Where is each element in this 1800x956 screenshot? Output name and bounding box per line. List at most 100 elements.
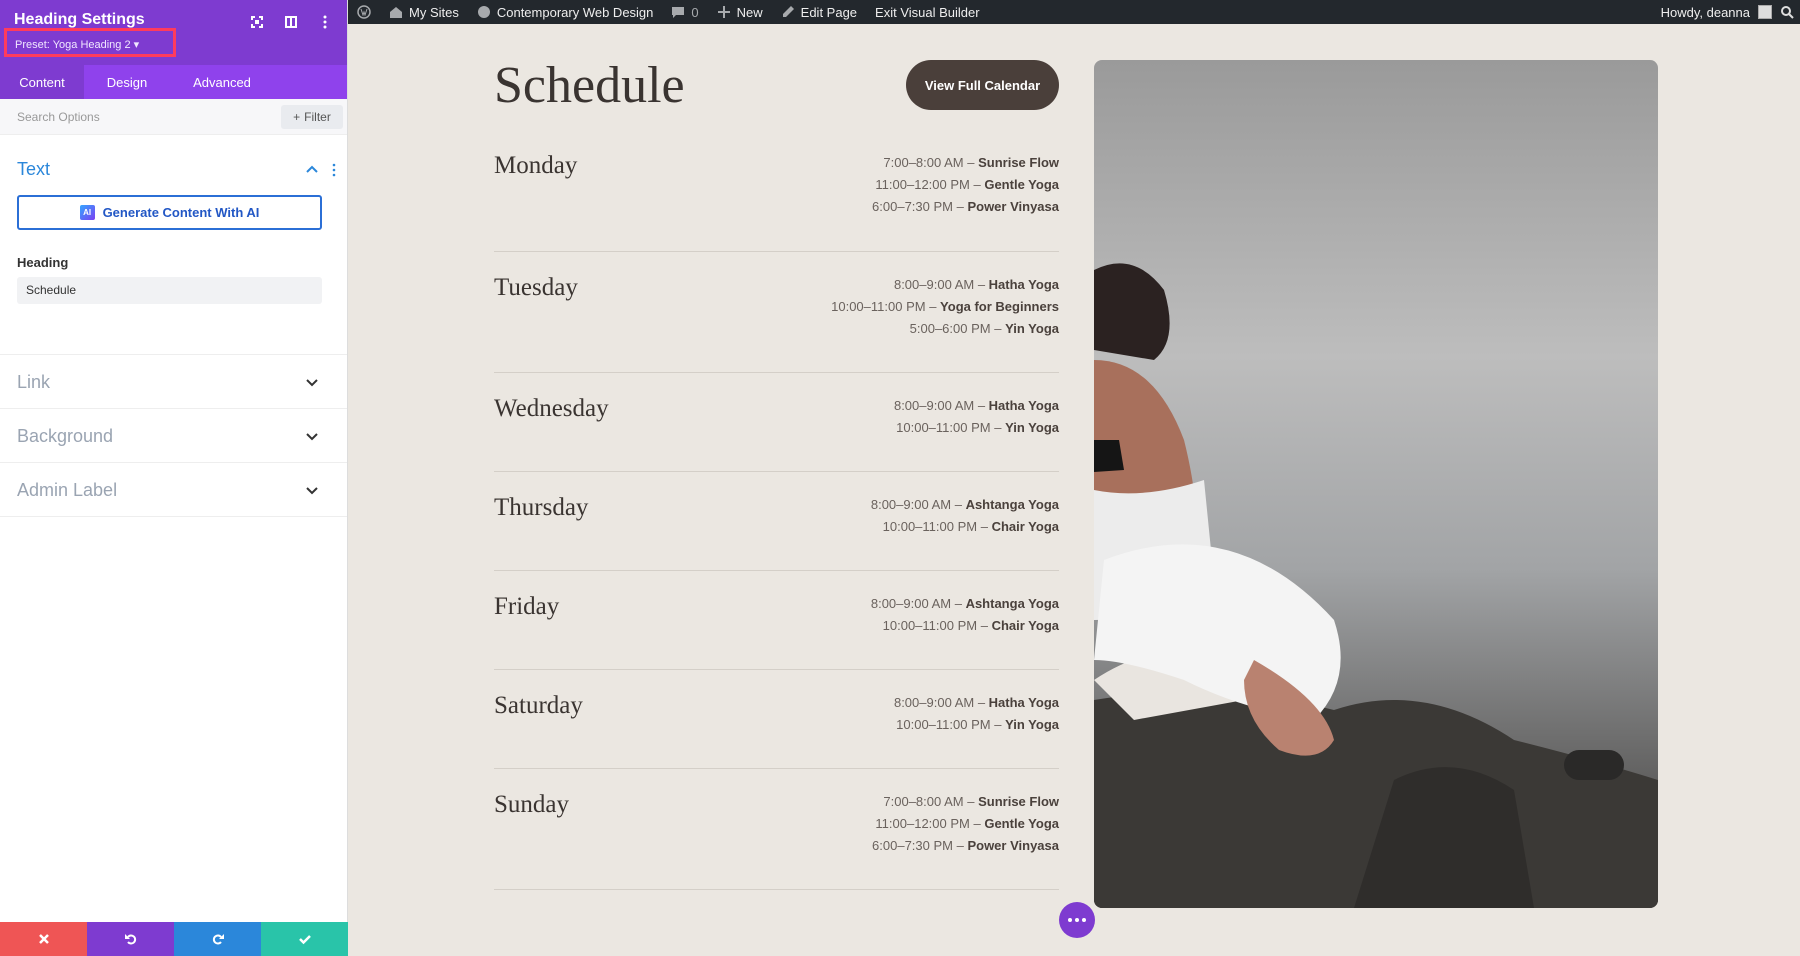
- class-separator: –: [990, 420, 1006, 435]
- comments-count: 0: [691, 4, 699, 20]
- howdy-user[interactable]: Howdy, deanna: [1661, 5, 1750, 20]
- class-time: 10:00–11:00 PM: [896, 717, 991, 732]
- class-time: 8:00–9:00 AM: [893, 277, 975, 292]
- class-separator: –: [952, 838, 968, 853]
- search-options[interactable]: Search Options + Filter: [0, 99, 347, 135]
- more-options-button[interactable]: [1059, 902, 1095, 938]
- class-time: 8:00–9:00 AM: [893, 695, 975, 710]
- dot-icon: [1068, 918, 1072, 922]
- class-entry: 6:00–7:30 PM – Power Vinyasa: [872, 196, 1059, 218]
- new-label: New: [736, 4, 763, 20]
- class-list: 8:00–9:00 AM – Hatha Yoga 10:00–11:00 PM …: [894, 692, 1059, 736]
- undo-button[interactable]: [87, 922, 174, 956]
- search-options-input[interactable]: Search Options: [17, 110, 100, 124]
- section-title-text[interactable]: Text: [17, 159, 50, 180]
- class-separator: –: [952, 199, 968, 214]
- class-time: 10:00–11:00 PM: [896, 420, 991, 435]
- schedule-day-row: Saturday 8:00–9:00 AM – Hatha Yoga 10:00–1…: [494, 670, 1059, 769]
- day-name: Friday: [494, 593, 560, 620]
- preset-selector[interactable]: Preset: Yoga Heading 2 ▾: [4, 28, 176, 57]
- class-entry: 8:00–9:00 AM – Hatha Yoga: [831, 274, 1059, 296]
- class-list: 8:00–9:00 AM – Ashtanga Yoga 10:00–11:00 …: [871, 593, 1059, 637]
- class-separator: –: [974, 398, 989, 413]
- tab-design[interactable]: Design: [84, 65, 170, 99]
- class-time: 11:00–12:00 PM: [875, 816, 970, 831]
- panel-header: Heading Settings Preset: Yoga Heading 2 …: [0, 0, 347, 65]
- heading-field[interactable]: Schedule: [17, 277, 322, 304]
- tab-content[interactable]: Content: [0, 65, 84, 99]
- class-name: Hatha Yoga: [988, 277, 1059, 292]
- class-separator: –: [969, 816, 985, 831]
- ai-icon: AI: [79, 205, 95, 220]
- discard-button[interactable]: [0, 922, 87, 956]
- plus-icon: +: [293, 110, 301, 124]
- class-name: Yoga for Beginners: [940, 299, 1059, 314]
- class-separator: –: [974, 695, 989, 710]
- save-button[interactable]: [261, 922, 348, 956]
- class-entry: 7:00–8:00 AM – Sunrise Flow: [872, 791, 1059, 813]
- class-entry: 7:00–8:00 AM – Sunrise Flow: [872, 152, 1059, 174]
- day-name: Sunday: [494, 791, 569, 818]
- class-list: 8:00–9:00 AM – Ashtanga Yoga 10:00–11:00 …: [871, 494, 1059, 538]
- chevron-down-icon[interactable]: [305, 375, 319, 389]
- schedule-day-row: Tuesday 8:00–9:00 AM – Hatha Yoga 10:00–11…: [494, 252, 1059, 373]
- comments-link[interactable]: 0: [662, 0, 707, 24]
- class-time: 8:00–9:00 AM: [870, 596, 952, 611]
- schedule-day-row: Monday 7:00–8:00 AM – Sunrise Flow 11:00–1…: [494, 130, 1059, 252]
- background-section[interactable]: Background: [0, 409, 347, 463]
- tab-advanced[interactable]: Advanced: [170, 65, 274, 99]
- class-entry: 5:00–6:00 PM – Yin Yoga: [831, 318, 1059, 340]
- site-name-link[interactable]: Contemporary Web Design: [468, 0, 663, 24]
- wordpress-logo[interactable]: [348, 0, 380, 24]
- chevron-up-icon[interactable]: [305, 163, 319, 177]
- view-full-calendar-button[interactable]: View Full Calendar: [906, 60, 1059, 110]
- close-icon: [38, 934, 49, 944]
- class-name: Yin Yoga: [1005, 420, 1059, 435]
- class-entry: 11:00–12:00 PM – Gentle Yoga: [872, 813, 1059, 835]
- edit-page-link[interactable]: Edit Page: [772, 0, 866, 24]
- heading-field-label: Heading: [17, 255, 69, 270]
- class-name: Sunrise Flow: [978, 794, 1059, 809]
- day-name: Saturday: [494, 692, 583, 719]
- check-icon: [298, 935, 311, 945]
- class-time: 7:00–8:00 AM: [883, 155, 964, 170]
- text-section: Text AI Generate Content With AI Heading…: [0, 135, 347, 355]
- class-entry: 11:00–12:00 PM – Gentle Yoga: [872, 174, 1059, 196]
- section-kebab-icon[interactable]: [331, 163, 337, 177]
- edit-page-label: Edit Page: [800, 4, 858, 20]
- expand-icon[interactable]: [249, 14, 265, 30]
- redo-button[interactable]: [174, 922, 261, 956]
- schedule-day-row: Friday 8:00–9:00 AM – Ashtanga Yoga 10:00–…: [494, 571, 1059, 670]
- new-link[interactable]: New: [708, 0, 772, 24]
- class-separator: –: [963, 794, 979, 809]
- kebab-menu-icon[interactable]: [317, 14, 333, 30]
- exit-builder-label: Exit Visual Builder: [875, 4, 980, 20]
- class-name: Sunrise Flow: [978, 155, 1059, 170]
- class-separator: –: [974, 277, 989, 292]
- chevron-down-icon[interactable]: [305, 483, 319, 497]
- redo-icon: [212, 934, 224, 945]
- class-name: Gentle Yoga: [984, 177, 1059, 192]
- page-title[interactable]: Schedule: [494, 56, 685, 115]
- site-name-label: Contemporary Web Design: [496, 4, 654, 20]
- avatar[interactable]: [1758, 5, 1772, 19]
- generate-ai-button[interactable]: AI Generate Content With AI: [17, 195, 322, 230]
- exit-builder-link[interactable]: Exit Visual Builder: [866, 0, 989, 24]
- search-icon[interactable]: [1780, 5, 1794, 19]
- layout-icon[interactable]: [283, 14, 299, 30]
- class-entry: 8:00–9:00 AM – Hatha Yoga: [894, 395, 1059, 417]
- class-name: Yin Yoga: [1005, 717, 1059, 732]
- section-title-background: Background: [17, 426, 114, 446]
- filter-button[interactable]: + Filter: [281, 105, 343, 129]
- admin-label-section[interactable]: Admin Label: [0, 463, 347, 517]
- day-name: Thursday: [494, 494, 589, 521]
- chevron-down-icon[interactable]: [305, 429, 319, 443]
- plus-icon: [717, 6, 730, 18]
- comment-icon: [672, 7, 685, 18]
- my-sites-link[interactable]: My Sites: [380, 0, 468, 24]
- class-time: 6:00–7:30 PM: [872, 838, 953, 853]
- link-section[interactable]: Link: [0, 355, 347, 409]
- class-name: Power Vinyasa: [967, 838, 1059, 853]
- class-separator: –: [963, 155, 979, 170]
- filter-label: Filter: [304, 110, 331, 124]
